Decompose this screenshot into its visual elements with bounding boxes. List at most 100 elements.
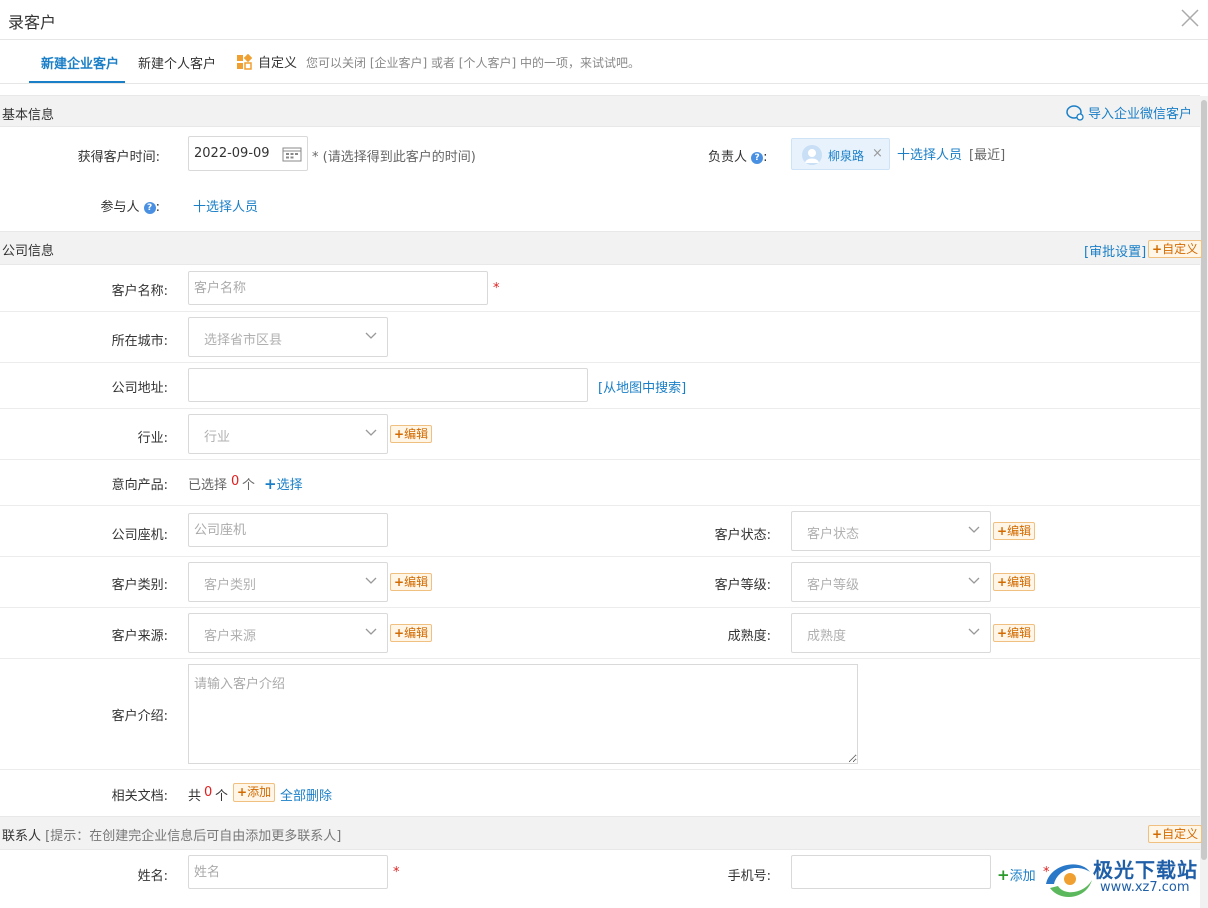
level-edit-button[interactable]: +编辑 [993,573,1036,591]
chevron-down-icon [968,577,980,584]
row-address: 公司地址: [从地图中搜索] [0,363,1200,409]
mobile-add-link[interactable]: +添加 [997,865,1036,884]
intro-label: 客户介绍: [111,709,168,724]
avatar [802,145,822,165]
section-company-title: 公司信息 [2,244,55,259]
contact-customize-button[interactable]: +自定义 [1148,825,1203,843]
source-edit-button[interactable]: +编辑 [390,624,433,642]
status-edit-button[interactable]: +编辑 [993,522,1036,540]
watermark-swirl-icon [1046,864,1092,898]
customer-name-label: 客户名称: [111,284,168,299]
maturity-edit-button[interactable]: +编辑 [993,624,1036,642]
maturity-select-placeholder: 成熟度 [807,629,847,644]
participant-label: 参与人 [100,200,140,215]
chevron-down-icon [365,577,377,584]
close-icon[interactable] [1180,8,1200,28]
acquire-time-label: 获得客户时间: [77,150,160,165]
watermark-logo: 极光下载站 www.xz7.com [1040,850,1208,908]
product-select-link[interactable]: +选择 [264,474,303,493]
tab-customize[interactable]: 自定义 [236,52,297,71]
city-select[interactable]: 选择省市区县 [188,317,388,357]
edit-label: 编辑 [404,427,429,441]
edit-label: 编辑 [1007,524,1032,538]
approval-settings-link[interactable]: [审批设置] [1084,241,1146,260]
docs-delete-all-link[interactable]: 全部删除 [280,785,332,804]
maturity-label: 成熟度: [727,629,771,644]
tab-new-company[interactable]: 新建企业客户 [41,53,119,72]
chevron-down-icon [365,332,377,339]
row-acquire-owner: 获得客户时间: 2022-09-09 * (请选择得到此客户的时间) 负责人 ?… [0,128,1200,180]
owner-label-wrap: 负责人 ?: [708,150,768,165]
docs-add-button[interactable]: +添加 [233,783,276,802]
required-mark: * [493,281,500,296]
required-mark: * [393,865,400,880]
source-label: 客户来源: [111,629,168,644]
row-customer-name: 客户名称: * [0,266,1200,312]
status-select[interactable]: 客户状态 [791,511,991,551]
company-customize-button[interactable]: +自定义 [1148,240,1203,258]
import-wechat-button[interactable]: 导入企业微信客户 [1066,103,1192,122]
user-icon [805,149,819,163]
industry-select[interactable]: 行业 [188,414,388,454]
maturity-select[interactable]: 成熟度 [791,613,991,653]
tab-bar: 新建企业客户 新建个人客户 自定义 您可以关闭 [企业客户] 或者 [个人客户]… [0,40,1208,84]
contact-name-label: 姓名: [137,869,168,884]
acquire-time-value: 2022-09-09 [194,146,270,161]
active-tab-indicator [29,81,125,83]
category-edit-button[interactable]: +编辑 [390,573,433,591]
source-select[interactable]: 客户来源 [188,613,388,653]
select-owner-link[interactable]: 十选择人员 [897,144,962,163]
select-participant-link[interactable]: 十选择人员 [193,196,258,215]
scrollbar-thumb[interactable] [1201,100,1207,860]
intro-textarea[interactable] [188,664,858,764]
customer-name-input[interactable] [188,271,488,305]
city-label: 所在城市: [111,334,168,349]
calendar-icon[interactable] [282,146,302,162]
level-select-placeholder: 客户等级 [807,578,860,593]
edit-label: 编辑 [1007,626,1032,640]
row-city: 所在城市: 选择省市区县 [0,312,1200,363]
recent-owner-link[interactable]: [最近] [969,144,1005,163]
edit-label: 编辑 [404,575,429,589]
section-basic-info: 基本信息 导入企业微信客户 [0,95,1200,127]
dialog-title: 录客户 [8,13,57,32]
phone-label: 公司座机: [111,528,168,543]
contact-section-title: 联系人 [2,829,42,844]
address-input[interactable] [188,368,588,402]
industry-label: 行业: [137,431,168,446]
docs-unit: 个 [215,789,229,804]
mobile-add-label: 添加 [1009,869,1036,884]
level-select[interactable]: 客户等级 [791,562,991,602]
company-phone-input[interactable] [188,513,388,547]
wechat-chat-icon [1066,104,1084,121]
edit-label: 编辑 [404,626,429,640]
dialog-titlebar: 录客户 [0,0,1208,40]
level-label: 客户等级: [714,578,771,593]
docs-count: 0 [204,785,213,800]
section-contact: 联系人 [提示：在创建完企业信息后可自由添加更多联系人] +自定义 [0,816,1203,850]
tab-new-personal[interactable]: 新建个人客户 [138,53,216,72]
status-label: 客户状态: [714,528,771,543]
chevron-down-icon [365,429,377,436]
help-icon[interactable]: ? [143,202,156,214]
row-phone-status: 公司座机: 客户状态: 客户状态 +编辑 [0,506,1200,557]
row-participant: 参与人 ?: 十选择人员 [0,180,1200,230]
row-intended-product: 意向产品: 已选择 0 个 +选择 [0,460,1200,506]
remove-owner-icon[interactable]: × [872,146,883,161]
industry-select-placeholder: 行业 [204,430,231,445]
contact-customize-label: 自定义 [1162,827,1199,841]
map-search-link[interactable]: [从地图中搜索] [598,377,686,396]
section-basic-title: 基本信息 [2,108,55,123]
mobile-input[interactable] [791,855,991,889]
row-source-maturity: 客户来源: 客户来源 +编辑 成熟度: 成熟度 +编辑 [0,608,1200,659]
contact-name-input[interactable] [188,855,388,889]
owner-tag[interactable]: 柳泉路 × [791,138,890,170]
industry-edit-button[interactable]: +编辑 [390,425,433,443]
city-select-placeholder: 选择省市区县 [204,333,283,348]
chevron-down-icon [968,526,980,533]
acquire-time-input[interactable]: 2022-09-09 [188,136,308,171]
product-label: 意向产品: [111,478,168,493]
category-select-placeholder: 客户类别 [204,578,257,593]
category-select[interactable]: 客户类别 [188,562,388,602]
help-icon[interactable]: ? [751,152,764,164]
